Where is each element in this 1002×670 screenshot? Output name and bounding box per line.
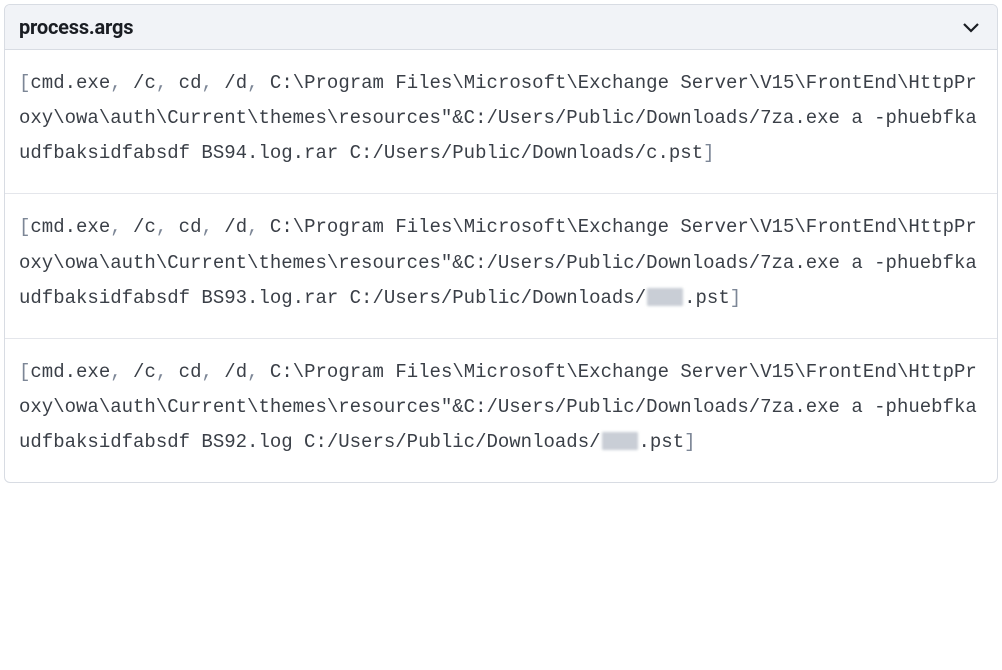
arg: /c [133,72,156,94]
arg: /c [133,361,156,383]
arg: cmd.exe [30,72,110,94]
arg: /d [224,361,247,383]
table-row: [cmd.exe, /c, cd, /d, C:\Program Files\M… [5,193,997,337]
arg-sep: , [247,216,270,238]
bracket-open: [ [19,216,30,238]
panel-title: process.args [19,15,133,39]
arg-sep: , [201,361,224,383]
table-row: [cmd.exe, /c, cd, /d, C:\Program Files\M… [5,338,997,482]
arg: /d [224,72,247,94]
arg: cmd.exe [30,216,110,238]
bracket-open: [ [19,361,30,383]
arg-sep: , [247,361,270,383]
arg: cd [179,72,202,94]
bracket-open: [ [19,72,30,94]
process-args-value: [cmd.exe, /c, cd, /d, C:\Program Files\M… [19,210,983,315]
process-args-panel: process.args [cmd.exe, /c, cd, /d, C:\Pr… [4,4,998,483]
arg-sep: , [110,72,133,94]
arg: .pst [684,287,730,309]
table-row: [cmd.exe, /c, cd, /d, C:\Program Files\M… [5,50,997,193]
arg-sep: , [156,72,179,94]
bracket-close: ] [684,431,695,453]
arg-sep: , [156,361,179,383]
panel-header[interactable]: process.args [5,5,997,50]
arg-sep: , [247,72,270,94]
arg-sep: , [156,216,179,238]
process-args-value: [cmd.exe, /c, cd, /d, C:\Program Files\M… [19,66,983,171]
arg: .pst [639,431,685,453]
arg: cd [179,216,202,238]
collapse-toggle[interactable] [959,15,983,39]
arg-sep: , [110,361,133,383]
process-args-value: [cmd.exe, /c, cd, /d, C:\Program Files\M… [19,355,983,460]
arg: cd [179,361,202,383]
redacted-segment [602,432,638,450]
arg: cmd.exe [30,361,110,383]
bracket-close: ] [703,142,714,164]
redacted-segment [647,288,683,306]
chevron-down-icon [962,21,980,33]
arg-sep: , [110,216,133,238]
arg: /d [224,216,247,238]
bracket-close: ] [730,287,741,309]
rows-container: [cmd.exe, /c, cd, /d, C:\Program Files\M… [5,50,997,482]
arg-sep: , [201,216,224,238]
arg-sep: , [201,72,224,94]
arg: /c [133,216,156,238]
